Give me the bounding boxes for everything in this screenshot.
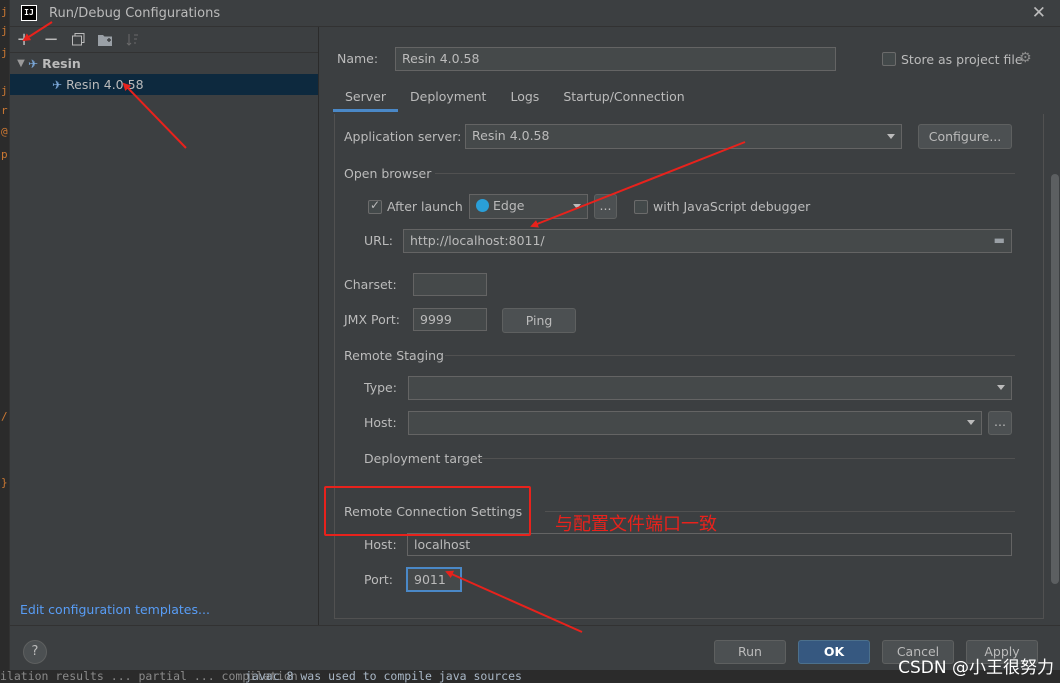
scrollbar[interactable] <box>1051 174 1059 584</box>
remote-staging-heading: Remote Staging <box>344 348 444 363</box>
resin-icon: ✈ <box>52 77 63 92</box>
tab-startup-connection[interactable]: Startup/Connection <box>551 82 696 112</box>
resin-icon: ✈ <box>28 56 39 71</box>
annotation-note: 与配置文件端口一致 <box>555 514 717 535</box>
host-select[interactable] <box>408 411 982 435</box>
browser-settings-button[interactable]: ... <box>594 194 617 219</box>
watermark: CSDN @小王很努力 <box>898 658 1054 678</box>
server-tab-panel: Application server: Resin 4.0.58 Configu… <box>334 114 1059 619</box>
host-browse-button[interactable]: ... <box>988 411 1012 435</box>
copy-icon[interactable] <box>69 31 87 49</box>
store-project-label: Store as project file <box>901 52 1023 67</box>
divider <box>445 355 1015 356</box>
js-debugger-checkbox[interactable] <box>634 200 648 214</box>
editor-char: / <box>1 410 8 423</box>
tree-group-label: Resin <box>42 56 81 71</box>
chevron-down-icon <box>887 133 895 139</box>
rc-host-label: Host: <box>364 537 397 552</box>
chevron-down-icon <box>997 385 1005 390</box>
gear-icon[interactable]: ⚙ <box>1019 50 1032 66</box>
chevron-down-icon <box>967 420 975 425</box>
editor-char: p <box>1 148 8 161</box>
configurations-tree-pane: + − ▼ ✈ Resin ✈ Resin 4.0.58 Edit config… <box>10 27 319 625</box>
charset-input[interactable] <box>413 273 487 296</box>
configure-button[interactable]: Configure... <box>918 124 1012 149</box>
ping-button[interactable]: Ping <box>502 308 576 333</box>
build-output-right: javac 8 was used to compile java sources <box>245 670 522 683</box>
folder-icon[interactable]: ▬ <box>994 233 1005 247</box>
type-select[interactable] <box>408 376 1012 400</box>
sort-icon[interactable] <box>123 31 141 49</box>
deployment-target-label: Deployment target <box>364 451 483 466</box>
divider <box>435 173 1015 174</box>
run-button[interactable]: Run <box>714 640 786 664</box>
editor-char: j <box>1 5 8 18</box>
type-label: Type: <box>364 380 397 395</box>
intellij-icon: IJ <box>21 5 37 21</box>
app-server-label: Application server: <box>344 129 462 144</box>
tab-logs[interactable]: Logs <box>498 82 551 112</box>
annotation-highlight-box <box>324 486 531 536</box>
host-label: Host: <box>364 415 397 430</box>
js-debugger-label: with JavaScript debugger <box>653 199 811 214</box>
tree-item-label: Resin 4.0.58 <box>66 77 144 92</box>
help-button[interactable]: ? <box>23 640 47 664</box>
ok-button[interactable]: OK <box>798 640 870 664</box>
run-debug-dialog: IJ Run/Debug Configurations ✕ + − ▼ ✈ Re… <box>9 0 1060 670</box>
rc-port-input[interactable]: 9011 <box>406 567 462 592</box>
dialog-title: Run/Debug Configurations <box>49 6 221 21</box>
jmx-port-label: JMX Port: <box>344 312 400 327</box>
chevron-down-icon <box>573 203 581 209</box>
remove-icon[interactable]: − <box>42 29 60 50</box>
browser-select[interactable]: Edge <box>469 194 588 219</box>
editor-char: } <box>1 476 8 489</box>
editor-char: j <box>1 46 8 59</box>
name-input[interactable]: Resin 4.0.58 <box>395 47 836 71</box>
editor-char: j <box>1 84 8 97</box>
browser-value: Edge <box>493 198 525 213</box>
editor-char: r <box>1 104 8 117</box>
open-browser-heading: Open browser <box>344 166 432 181</box>
tree-toolbar: + − <box>10 27 318 53</box>
edge-icon <box>476 199 489 212</box>
folder-icon[interactable] <box>96 31 114 49</box>
url-label: URL: <box>364 233 394 248</box>
editor-char: j <box>1 24 8 37</box>
title-bar: IJ Run/Debug Configurations ✕ <box>10 0 1060 27</box>
name-label: Name: <box>337 51 379 66</box>
store-project-checkbox[interactable] <box>882 52 896 66</box>
after-launch-checkbox[interactable] <box>368 198 382 214</box>
rc-port-label: Port: <box>364 572 393 587</box>
tab-server[interactable]: Server <box>333 82 398 112</box>
charset-label: Charset: <box>344 277 397 292</box>
after-launch-label: After launch <box>387 199 463 214</box>
edit-templates-link[interactable]: Edit configuration templates... <box>20 602 210 617</box>
config-tabs: Server Deployment Logs Startup/Connectio… <box>333 82 697 112</box>
tree-item-resin-4-0-58[interactable]: ✈ Resin 4.0.58 <box>10 74 318 95</box>
jmx-port-input[interactable]: 9999 <box>413 308 487 331</box>
app-server-value: Resin 4.0.58 <box>472 128 550 143</box>
url-value: http://localhost:8011/ <box>410 233 545 248</box>
tree-group-resin[interactable]: ▼ ✈ Resin <box>10 53 318 74</box>
editor-gutter: j j j j r @ p / } <box>0 0 9 683</box>
app-server-select[interactable]: Resin 4.0.58 <box>465 124 902 149</box>
chevron-down-icon[interactable]: ▼ <box>14 58 28 69</box>
close-icon[interactable]: ✕ <box>1032 3 1046 23</box>
editor-char: @ <box>1 125 8 138</box>
tab-deployment[interactable]: Deployment <box>398 82 498 112</box>
divider <box>478 458 1015 459</box>
url-input[interactable]: http://localhost:8011/ ▬ <box>403 229 1012 253</box>
rc-host-input[interactable]: localhost <box>407 533 1012 556</box>
add-icon[interactable]: + <box>15 29 33 50</box>
configurations-tree: ▼ ✈ Resin ✈ Resin 4.0.58 <box>10 53 318 95</box>
